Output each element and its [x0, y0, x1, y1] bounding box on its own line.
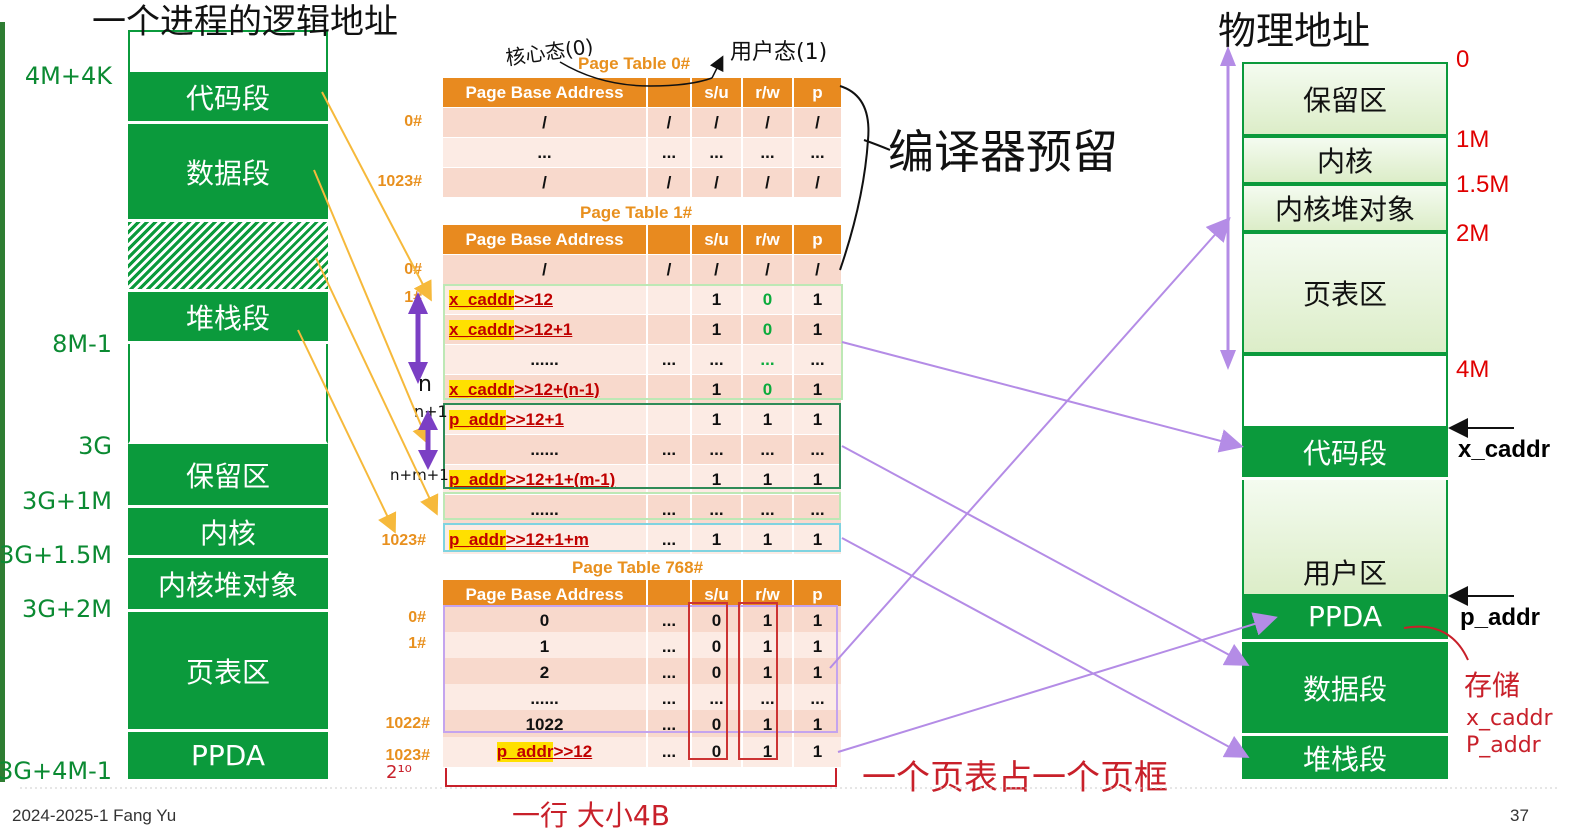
footer-left: 2024-2025-1 Fang Yu	[12, 806, 177, 825]
arrow-code-to-pt1	[321, 91, 432, 302]
m-range-arrow-down	[418, 450, 438, 470]
footer-page-number: 37	[1510, 806, 1529, 825]
phys-range-arrowhead-bottom	[1220, 350, 1236, 370]
n-range-arrow-up	[408, 292, 428, 314]
m-range-arrow-up	[418, 410, 438, 430]
arrow-stack-to-phys	[841, 537, 1250, 758]
arrows-overlay	[20, 46, 1560, 789]
arrow-kernel-to-phys	[829, 217, 1231, 669]
compiler-reserved-brace	[839, 85, 870, 271]
n-range-arrow-down	[408, 362, 428, 384]
arrow-stack-to-pt1	[297, 329, 397, 534]
row-size-brace	[445, 768, 837, 787]
kernel-mode-pointer	[559, 61, 713, 87]
store-note-curve	[1403, 625, 1469, 661]
user-mode-pointer	[709, 55, 724, 79]
phys-range-arrowhead-top	[1220, 46, 1236, 66]
arrow-data-to-phys	[841, 445, 1250, 666]
arrow-ppda-to-phys	[837, 612, 1278, 753]
